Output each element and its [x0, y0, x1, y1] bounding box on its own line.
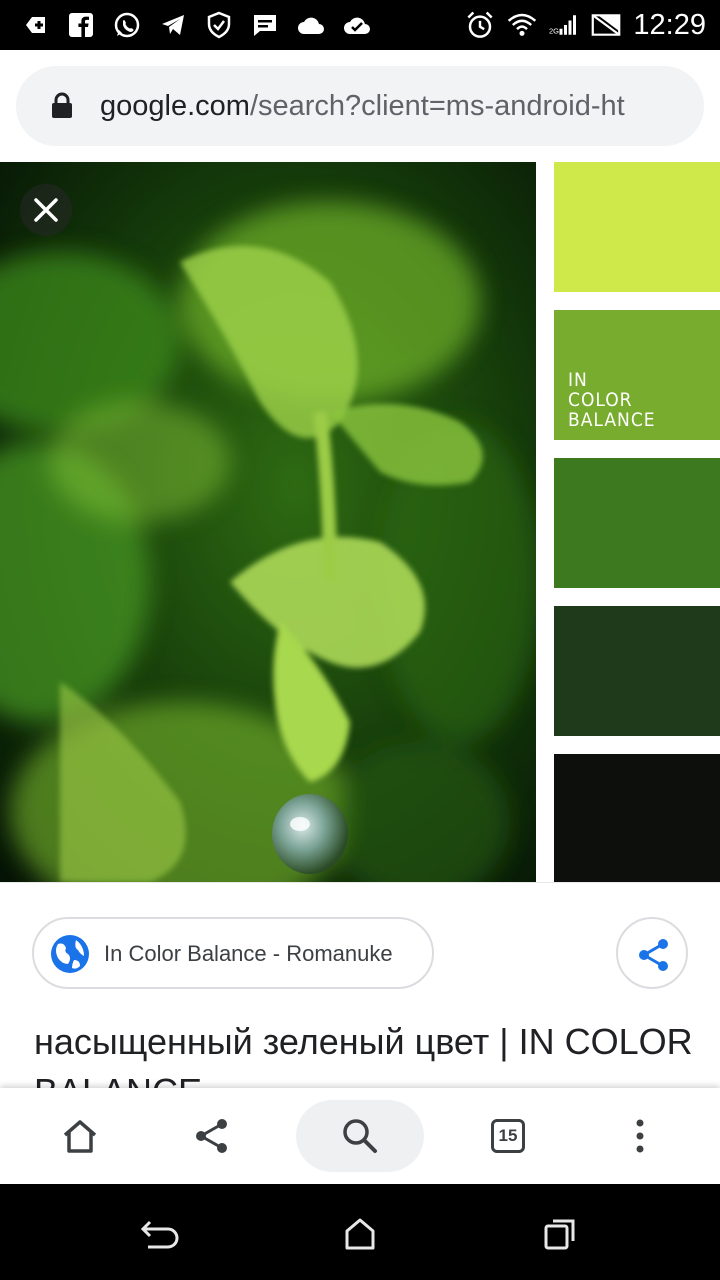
home-icon — [63, 1120, 97, 1153]
search-icon — [343, 1119, 377, 1153]
add-box-icon — [20, 10, 50, 40]
swatch-black — [554, 754, 720, 882]
telegram-icon — [158, 10, 188, 40]
source-link[interactable]: In Color Balance - Romanuke — [32, 917, 434, 989]
brand-line-3: BALANCE — [568, 409, 656, 431]
share-icon — [639, 939, 668, 971]
no-sim-icon — [591, 10, 621, 40]
cloud-check-icon — [342, 10, 372, 40]
chat-icon — [250, 10, 280, 40]
share-result-button[interactable] — [616, 917, 688, 989]
system-navigation — [0, 1184, 720, 1280]
recents-icon — [544, 1219, 575, 1250]
back-icon — [140, 1220, 179, 1249]
system-recents-button[interactable] — [538, 1212, 582, 1256]
close-button[interactable] — [20, 184, 72, 236]
color-swatches: IN COLOR BALANCE — [536, 162, 720, 882]
result-title[interactable]: насыщенный зеленый цвет | IN COLOR BALAN… — [34, 1017, 694, 1088]
preview-photo — [0, 162, 536, 882]
share-icon — [196, 1119, 227, 1153]
url-host: google.com — [100, 90, 250, 122]
wifi-icon — [507, 10, 537, 40]
system-status: 2G 12:29 — [465, 6, 706, 44]
image-viewer[interactable]: IN COLOR BALANCE — [0, 162, 720, 882]
swatch-lime — [554, 162, 720, 292]
facebook-icon — [66, 10, 96, 40]
url-path: /search?client=ms-android-ht — [249, 90, 625, 122]
source-label: In Color Balance - Romanuke — [104, 941, 393, 966]
brand-logo: IN COLOR BALANCE — [568, 370, 656, 430]
more-icon — [636, 1119, 644, 1153]
share-button[interactable] — [178, 1102, 246, 1170]
address-bar[interactable]: google.com/search?client=ms-android-ht — [16, 66, 704, 146]
browser-toolbar: google.com/search?client=ms-android-ht — [0, 50, 720, 162]
close-icon — [34, 198, 58, 222]
whatsapp-icon — [112, 10, 142, 40]
signal-icon: 2G — [549, 10, 579, 40]
bottom-toolbar: 15 — [0, 1088, 720, 1184]
globe-icon — [51, 935, 89, 973]
swatch-green: IN COLOR BALANCE — [554, 310, 720, 440]
brand-line-2: COLOR — [568, 389, 633, 411]
url-text: google.com/search?client=ms-android-ht — [100, 86, 625, 126]
notification-icons — [20, 10, 372, 40]
svg-text:2G: 2G — [549, 26, 559, 35]
result-info: In Color Balance - Romanuke насыщенный з… — [0, 882, 720, 1088]
lock-icon — [50, 92, 74, 125]
brand-line-1: IN — [568, 369, 588, 391]
clock: 12:29 — [633, 9, 706, 41]
tab-count: 15 — [498, 1126, 518, 1145]
home-icon — [345, 1218, 375, 1250]
status-bar: 2G 12:29 — [0, 0, 720, 50]
search-button[interactable] — [296, 1100, 424, 1172]
shield-icon — [204, 10, 234, 40]
system-home-button[interactable] — [338, 1212, 382, 1256]
system-back-button[interactable] — [138, 1212, 182, 1256]
alarm-icon — [465, 10, 495, 40]
home-button[interactable] — [46, 1102, 114, 1170]
search-icon-wrap — [326, 1102, 394, 1170]
swatch-mid-green — [554, 458, 720, 588]
more-menu-button[interactable] — [606, 1102, 674, 1170]
tabs-button[interactable]: 15 — [474, 1102, 542, 1170]
swatch-dark-green — [554, 606, 720, 736]
cloud-icon — [296, 10, 326, 40]
tabs-icon: 15 — [491, 1119, 525, 1153]
